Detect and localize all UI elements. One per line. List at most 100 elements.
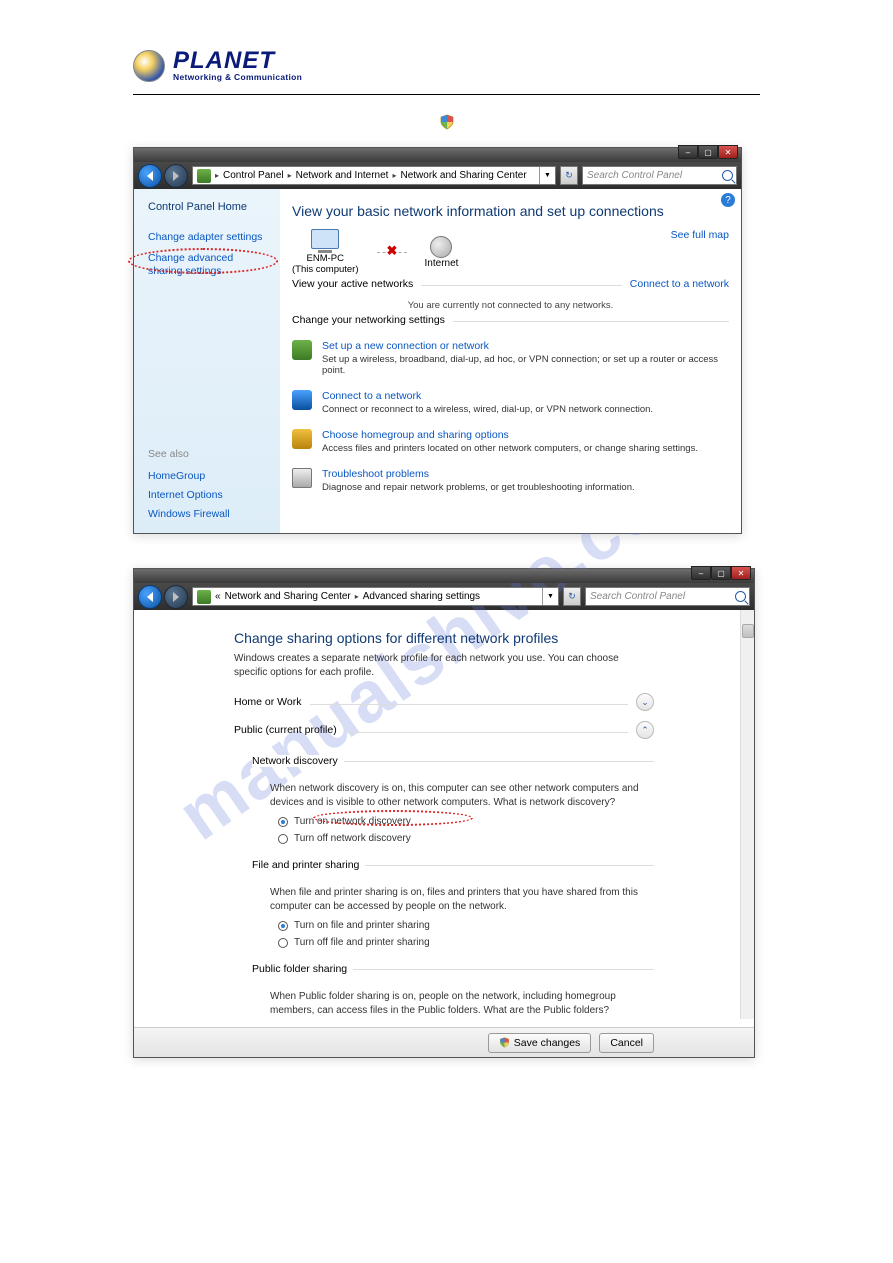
- cancel-label: Cancel: [610, 1037, 643, 1049]
- address-dropdown[interactable]: ▼: [542, 588, 558, 605]
- option-title: Connect to a network: [322, 390, 653, 402]
- breadcrumb-item[interactable]: Network and Internet: [296, 170, 389, 181]
- sidebar: Control Panel Home Change adapter settin…: [134, 189, 280, 533]
- change-settings-label: Change your networking settings: [292, 314, 453, 326]
- scroll-thumb[interactable]: [742, 624, 754, 638]
- nav-back-button[interactable]: [138, 585, 162, 609]
- breadcrumb-sep-icon: ▸: [355, 592, 359, 601]
- breadcrumb-item[interactable]: Network and Sharing Center: [225, 591, 351, 602]
- minimize-button[interactable]: –: [678, 145, 698, 159]
- window-network-sharing: – ▢ ✕ ▸ Control Panel ▸ Network and Inte…: [133, 147, 742, 534]
- arrow-right-icon: [173, 592, 179, 602]
- control-panel-icon: [197, 590, 211, 604]
- option-title: Choose homegroup and sharing options: [322, 429, 698, 441]
- nav-forward-button[interactable]: [164, 164, 188, 188]
- what-is-link[interactable]: What is network discovery?: [493, 797, 615, 808]
- breadcrumb-sep-icon: ▸: [288, 171, 292, 180]
- sidebar-link-adapter[interactable]: Change adapter settings: [148, 231, 270, 244]
- what-are-link[interactable]: What are the Public folders?: [483, 1005, 609, 1016]
- option-desc: Connect or reconnect to a wireless, wire…: [322, 404, 653, 415]
- radio-turn-off-discovery[interactable]: Turn off network discovery: [278, 832, 654, 846]
- sidebar-home[interactable]: Control Panel Home: [148, 201, 270, 213]
- radio-icon: [278, 817, 288, 827]
- homegroup-icon: [292, 429, 312, 449]
- sidebar-link-advanced-label: Change advanced sharing settings: [148, 252, 233, 277]
- nav-back-button[interactable]: [138, 164, 162, 188]
- arrow-left-icon: [147, 171, 153, 181]
- address-bar[interactable]: « Network and Sharing Center ▸ Advanced …: [192, 587, 559, 606]
- titlebar: – ▢ ✕: [134, 148, 741, 162]
- profile-home-row[interactable]: Home or Work ⌄: [234, 693, 654, 711]
- breadcrumb-prefix: «: [215, 591, 221, 602]
- search-icon: [735, 591, 746, 602]
- help-icon[interactable]: ?: [721, 193, 735, 207]
- globe-icon: [133, 50, 165, 82]
- radio-label: Turn off network discovery: [294, 832, 411, 846]
- section-title: Network discovery: [252, 755, 344, 767]
- radio-icon: [278, 834, 288, 844]
- address-dropdown[interactable]: ▼: [539, 167, 555, 184]
- active-networks-label: View your active networks: [292, 278, 421, 290]
- scrollbar[interactable]: [740, 610, 754, 1019]
- disconnect-icon: ✖: [387, 243, 398, 259]
- see-also-homegroup[interactable]: HomeGroup: [148, 470, 270, 482]
- minimize-button[interactable]: –: [691, 566, 711, 580]
- option-troubleshoot[interactable]: Troubleshoot problems Diagnose and repai…: [292, 468, 729, 493]
- option-title: Troubleshoot problems: [322, 468, 635, 480]
- not-connected-text: You are currently not connected to any n…: [292, 300, 729, 311]
- breadcrumb-item[interactable]: Control Panel: [223, 170, 284, 181]
- option-desc: Set up a wireless, broadband, dial-up, a…: [322, 354, 729, 376]
- option-connect[interactable]: Connect to a network Connect or reconnec…: [292, 390, 729, 415]
- cancel-button[interactable]: Cancel: [599, 1033, 654, 1053]
- see-also-firewall[interactable]: Windows Firewall: [148, 508, 270, 520]
- option-new-connection[interactable]: Set up a new connection or network Set u…: [292, 340, 729, 376]
- radio-label: Turn off file and printer sharing: [294, 936, 430, 950]
- connect-icon: [292, 390, 312, 410]
- radio-turn-on-discovery[interactable]: Turn on network discovery: [278, 815, 654, 829]
- expand-button[interactable]: ⌄: [636, 693, 654, 711]
- maximize-button[interactable]: ▢: [711, 566, 731, 580]
- search-input[interactable]: Search Control Panel: [585, 587, 750, 606]
- control-panel-icon: [197, 169, 211, 183]
- radio-turn-off-file-share[interactable]: Turn off file and printer sharing: [278, 936, 654, 950]
- troubleshoot-icon: [292, 468, 312, 488]
- see-also-internet-options[interactable]: Internet Options: [148, 489, 270, 501]
- section-title: Public folder sharing: [252, 963, 353, 975]
- profile-public-label: Public (current profile): [234, 724, 337, 736]
- search-placeholder: Search Control Panel: [587, 170, 682, 181]
- document-header: PLANET Networking & Communication: [133, 50, 760, 95]
- profile-public-row[interactable]: Public (current profile) ⌃: [234, 721, 654, 739]
- breadcrumb-item[interactable]: Advanced sharing settings: [363, 591, 480, 602]
- save-label: Save changes: [514, 1037, 581, 1049]
- arrow-right-icon: [173, 171, 179, 181]
- nav-forward-button[interactable]: [164, 585, 188, 609]
- option-desc: Diagnose and repair network problems, or…: [322, 482, 635, 493]
- close-button[interactable]: ✕: [731, 566, 751, 580]
- see-full-map-link[interactable]: See full map: [671, 229, 729, 241]
- collapse-button[interactable]: ⌃: [636, 721, 654, 739]
- window-advanced-sharing: – ▢ ✕ « Network and Sharing Center ▸ Adv…: [133, 568, 755, 1058]
- refresh-button[interactable]: ↻: [563, 587, 581, 606]
- brand-tagline: Networking & Communication: [173, 72, 302, 82]
- button-bar: Save changes Cancel: [134, 1027, 754, 1057]
- refresh-button[interactable]: ↻: [560, 166, 578, 185]
- public-folder-section: Public folder sharing When Public folder…: [252, 957, 654, 1019]
- search-input[interactable]: Search Control Panel: [582, 166, 737, 185]
- pc-name: ENM-PC: [307, 253, 344, 264]
- shield-icon: [439, 114, 455, 130]
- new-connection-icon: [292, 340, 312, 360]
- this-computer-icon: ENM-PC (This computer): [292, 229, 359, 275]
- maximize-button[interactable]: ▢: [698, 145, 718, 159]
- search-placeholder: Search Control Panel: [590, 591, 685, 602]
- connect-network-link[interactable]: Connect to a network: [622, 278, 729, 290]
- close-button[interactable]: ✕: [718, 145, 738, 159]
- save-changes-button[interactable]: Save changes: [488, 1033, 592, 1053]
- sidebar-link-advanced[interactable]: Change advanced sharing settings: [148, 252, 270, 278]
- breadcrumb-sep-icon: ▸: [392, 171, 396, 180]
- titlebar: – ▢ ✕: [134, 569, 754, 583]
- breadcrumb-item[interactable]: Network and Sharing Center: [400, 170, 526, 181]
- address-bar[interactable]: ▸ Control Panel ▸ Network and Internet ▸…: [192, 166, 556, 185]
- breadcrumb-sep-icon: ▸: [215, 171, 219, 180]
- radio-turn-on-file-share[interactable]: Turn on file and printer sharing: [278, 919, 654, 933]
- option-homegroup[interactable]: Choose homegroup and sharing options Acc…: [292, 429, 729, 454]
